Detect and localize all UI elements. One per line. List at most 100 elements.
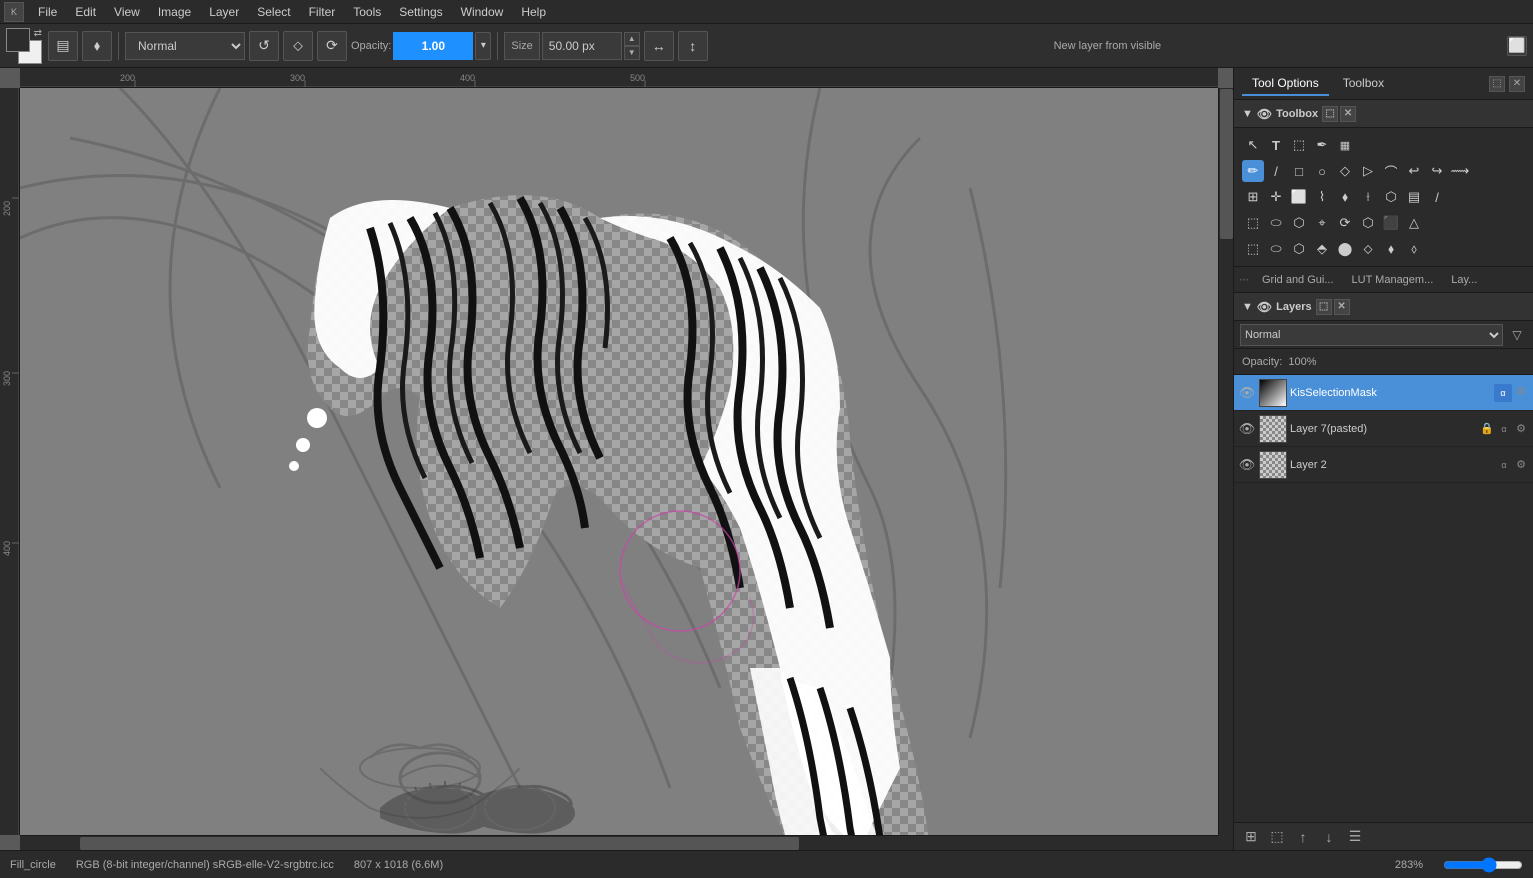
hscroll-thumb[interactable]	[80, 837, 799, 850]
menu-layer[interactable]: Layer	[201, 3, 247, 21]
layer-item-1[interactable]: 👁 Layer 7(pasted) 🔒 α ⚙	[1234, 411, 1533, 447]
tool-hand[interactable]: ⬨	[1403, 238, 1425, 260]
tool-ellipse[interactable]: ○	[1311, 160, 1333, 182]
tool-line[interactable]: /	[1265, 160, 1287, 182]
add-layer-btn[interactable]: ⊞	[1240, 826, 1262, 848]
layer-visibility-0[interactable]: 👁	[1238, 384, 1256, 402]
layer-item-2[interactable]: 👁 Layer 2 α ⚙	[1234, 447, 1533, 483]
lut-management-tab[interactable]: LUT Managem...	[1344, 272, 1442, 288]
tool-select-shape[interactable]: ↖	[1242, 134, 1264, 156]
layers-fold-icon[interactable]: ▼	[1242, 301, 1253, 313]
tool-liquify[interactable]: ⟊	[1357, 186, 1379, 208]
menu-tools[interactable]: Tools	[345, 3, 389, 21]
panel-close-btn[interactable]: ✕	[1509, 76, 1525, 92]
tool-move[interactable]: ✛	[1265, 186, 1287, 208]
tool-polygon[interactable]: ◇	[1334, 160, 1356, 182]
tool-brush-2[interactable]: ↪	[1426, 160, 1448, 182]
grid-guide-tab[interactable]: Grid and Gui...	[1254, 272, 1342, 288]
tool-warp[interactable]: ⌇	[1311, 186, 1333, 208]
color-swatches[interactable]: ⇄	[6, 28, 42, 64]
tool-select-rect[interactable]: ⬚	[1242, 212, 1264, 234]
move-layer-down[interactable]: ↓	[1318, 826, 1340, 848]
tool-transform[interactable]: ⬚	[1288, 134, 1310, 156]
menu-settings[interactable]: Settings	[391, 3, 450, 21]
foreground-swatch[interactable]	[6, 28, 30, 52]
layer-alpha-2[interactable]: α	[1496, 457, 1512, 473]
add-group-btn[interactable]: ⬚	[1266, 826, 1288, 848]
opacity-input[interactable]	[393, 32, 473, 60]
tool-colorize[interactable]: /	[1426, 186, 1448, 208]
menu-window[interactable]: Window	[453, 3, 512, 21]
tool-reference[interactable]: ⬧	[1380, 238, 1402, 260]
layers-close-btn[interactable]: ✕	[1334, 299, 1350, 315]
layer-settings-1[interactable]: ⚙	[1513, 421, 1529, 437]
tool-brush[interactable]: ✏	[1242, 160, 1264, 182]
tool-smart-patch[interactable]: ⟿	[1449, 160, 1471, 182]
menu-help[interactable]: Help	[513, 3, 554, 21]
tool-similar-select[interactable]: ⬡	[1357, 212, 1379, 234]
tool-contig-select[interactable]: ⟳	[1334, 212, 1356, 234]
tool-dynamic-brush[interactable]: ⌒	[1380, 160, 1402, 182]
toolbox-fold-icon[interactable]: ▼	[1242, 108, 1253, 120]
tool-select-freehand[interactable]: ⌖	[1311, 212, 1333, 234]
tool-preset-btn[interactable]: ▤	[48, 31, 78, 61]
tool-fill-pattern[interactable]: ▦	[1334, 134, 1356, 156]
horizontal-scrollbar[interactable]	[20, 835, 1218, 850]
menu-filter[interactable]: Filter	[301, 3, 344, 21]
swap-colors-icon[interactable]: ⇄	[34, 28, 42, 39]
flip-h-btn[interactable]: ↔	[644, 31, 674, 61]
layers-tab-mini[interactable]: Lay...	[1443, 272, 1485, 288]
lock-alpha-btn[interactable]: ⬦	[283, 31, 313, 61]
move-layer-up[interactable]: ↑	[1292, 826, 1314, 848]
zoom-slider[interactable]	[1443, 857, 1523, 873]
tool-crop[interactable]: ⊞	[1242, 186, 1264, 208]
tool-cage-transform[interactable]: ⬧	[1334, 186, 1356, 208]
menu-edit[interactable]: Edit	[67, 3, 104, 21]
layer-settings-2[interactable]: ⚙	[1513, 457, 1529, 473]
tool-select-polygon[interactable]: ⬡	[1288, 212, 1310, 234]
menu-select[interactable]: Select	[249, 3, 298, 21]
layer-lock-1[interactable]: 🔒	[1479, 421, 1495, 437]
tool-transform-2[interactable]: ⬜	[1288, 186, 1310, 208]
brush-options-btn[interactable]: ⬧	[82, 31, 112, 61]
vscroll-thumb[interactable]	[1220, 89, 1233, 238]
tool-multibrush[interactable]: ↩	[1403, 160, 1425, 182]
tool-magnify[interactable]: ⬦	[1357, 238, 1379, 260]
tool-bezier-select[interactable]: ⬛	[1380, 212, 1402, 234]
tool-path[interactable]: ▷	[1357, 160, 1379, 182]
refresh-btn[interactable]: ⟳	[317, 31, 347, 61]
toolbox-tab[interactable]: Toolbox	[1333, 72, 1394, 96]
layer-visibility-2[interactable]: 👁	[1238, 456, 1256, 474]
layer-settings-0[interactable]: ⚙	[1513, 384, 1529, 400]
new-layer-visible-btn[interactable]: New layer from visible	[1046, 36, 1170, 56]
tool-gradient[interactable]: ▤	[1403, 186, 1425, 208]
size-increment[interactable]: ▲	[624, 32, 640, 46]
layer-alpha-1[interactable]: α	[1496, 421, 1512, 437]
tool-rect[interactable]: □	[1288, 160, 1310, 182]
size-decrement[interactable]: ▼	[624, 46, 640, 60]
tool-assistant[interactable]: ⬘	[1311, 238, 1333, 260]
menu-file[interactable]: File	[30, 3, 65, 21]
toolbox-close-btn[interactable]: ✕	[1340, 106, 1356, 122]
window-restore-btn[interactable]: ⬜	[1507, 36, 1527, 56]
canvas-area[interactable]: 200 300 400 500 200 300 400	[0, 68, 1233, 850]
blending-mode-select[interactable]: Normal Multiply Screen	[125, 32, 245, 60]
tool-text[interactable]: T	[1265, 134, 1287, 156]
layer-inherit-alpha-0[interactable]: α	[1494, 384, 1512, 402]
vertical-scrollbar[interactable]	[1218, 88, 1233, 835]
toolbox-float-btn[interactable]: ⬚	[1322, 106, 1338, 122]
tool-ruler[interactable]: ⬤	[1334, 238, 1356, 260]
flip-v-btn[interactable]: ↕	[678, 31, 708, 61]
tool-sample-color[interactable]: ⬡	[1288, 238, 1310, 260]
menu-image[interactable]: Image	[150, 3, 199, 21]
tool-enclose-fill[interactable]: ⬡	[1380, 186, 1402, 208]
size-input[interactable]	[542, 32, 622, 60]
canvas-content[interactable]	[20, 88, 1218, 835]
layers-alpha-lock[interactable]: ▽	[1507, 325, 1527, 345]
tool-pan[interactable]: ⬭	[1265, 238, 1287, 260]
panel-float-btn[interactable]: ⬚	[1489, 76, 1505, 92]
layers-float-btn[interactable]: ⬚	[1316, 299, 1332, 315]
layer-options-btn[interactable]: ☰	[1344, 826, 1366, 848]
opacity-chevron[interactable]: ▾	[475, 32, 491, 60]
layer-visibility-1[interactable]: 👁	[1238, 420, 1256, 438]
